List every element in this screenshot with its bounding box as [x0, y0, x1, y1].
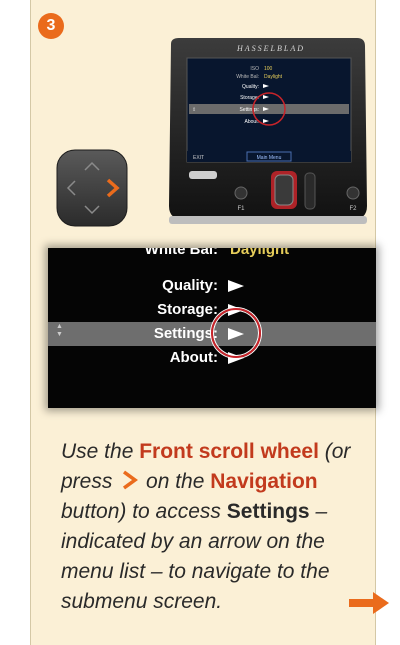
play-arrow-icon — [228, 280, 244, 292]
menu-row-storage[interactable]: Storage: — [48, 298, 376, 322]
navigation-term: Navigation — [210, 470, 318, 493]
svg-text:F2: F2 — [349, 206, 357, 212]
svg-text:Daylight: Daylight — [264, 74, 283, 80]
brand-logo: HASSELBLAD — [236, 44, 305, 53]
instruction-card: 3 HASSELBLAD ISO 100 White Bal: Daylight… — [30, 0, 389, 645]
chevron-right-icon — [123, 470, 139, 490]
menu-row-white-bal: White Bal: Daylight — [144, 248, 290, 258]
menu-item-label: About: — [169, 349, 218, 366]
menu-zoom-view: White Bal: Daylight Quality: Storage: Se… — [48, 248, 376, 408]
svg-text:White Bal:: White Bal: — [236, 74, 259, 80]
instruction-text: Use the Front scroll wheel (or press on … — [61, 440, 351, 613]
svg-text:Main Menu: Main Menu — [257, 155, 282, 161]
svg-text:⇕: ⇕ — [192, 107, 196, 113]
menu-item-label: Storage: — [157, 301, 218, 318]
step-number-badge: 3 — [38, 13, 64, 39]
scroll-indicator-icon: ▲ ▼ — [56, 323, 63, 338]
menu-row-about[interactable]: About: — [48, 346, 376, 370]
settings-term: Settings — [226, 500, 310, 523]
svg-text:100: 100 — [264, 66, 273, 72]
navigation-button-illustration — [56, 149, 128, 227]
arrow-right-icon[interactable] — [349, 592, 389, 614]
svg-text:ISO: ISO — [250, 66, 259, 72]
svg-text:EXIT: EXIT — [193, 155, 204, 161]
svg-text:Quality:: Quality: — [242, 84, 259, 90]
selection-highlight-circle — [211, 308, 261, 358]
menu-row-quality[interactable]: Quality: — [48, 274, 376, 298]
front-scroll-wheel-term: Front scroll wheel — [139, 440, 319, 463]
camera-back-illustration: HASSELBLAD ISO 100 White Bal: Daylight Q… — [169, 38, 367, 224]
menu-item-label: Quality: — [162, 277, 218, 294]
svg-text:F1: F1 — [237, 206, 245, 212]
menu-item-label: Settings: — [153, 325, 218, 342]
svg-text:Settings:: Settings: — [240, 107, 259, 113]
